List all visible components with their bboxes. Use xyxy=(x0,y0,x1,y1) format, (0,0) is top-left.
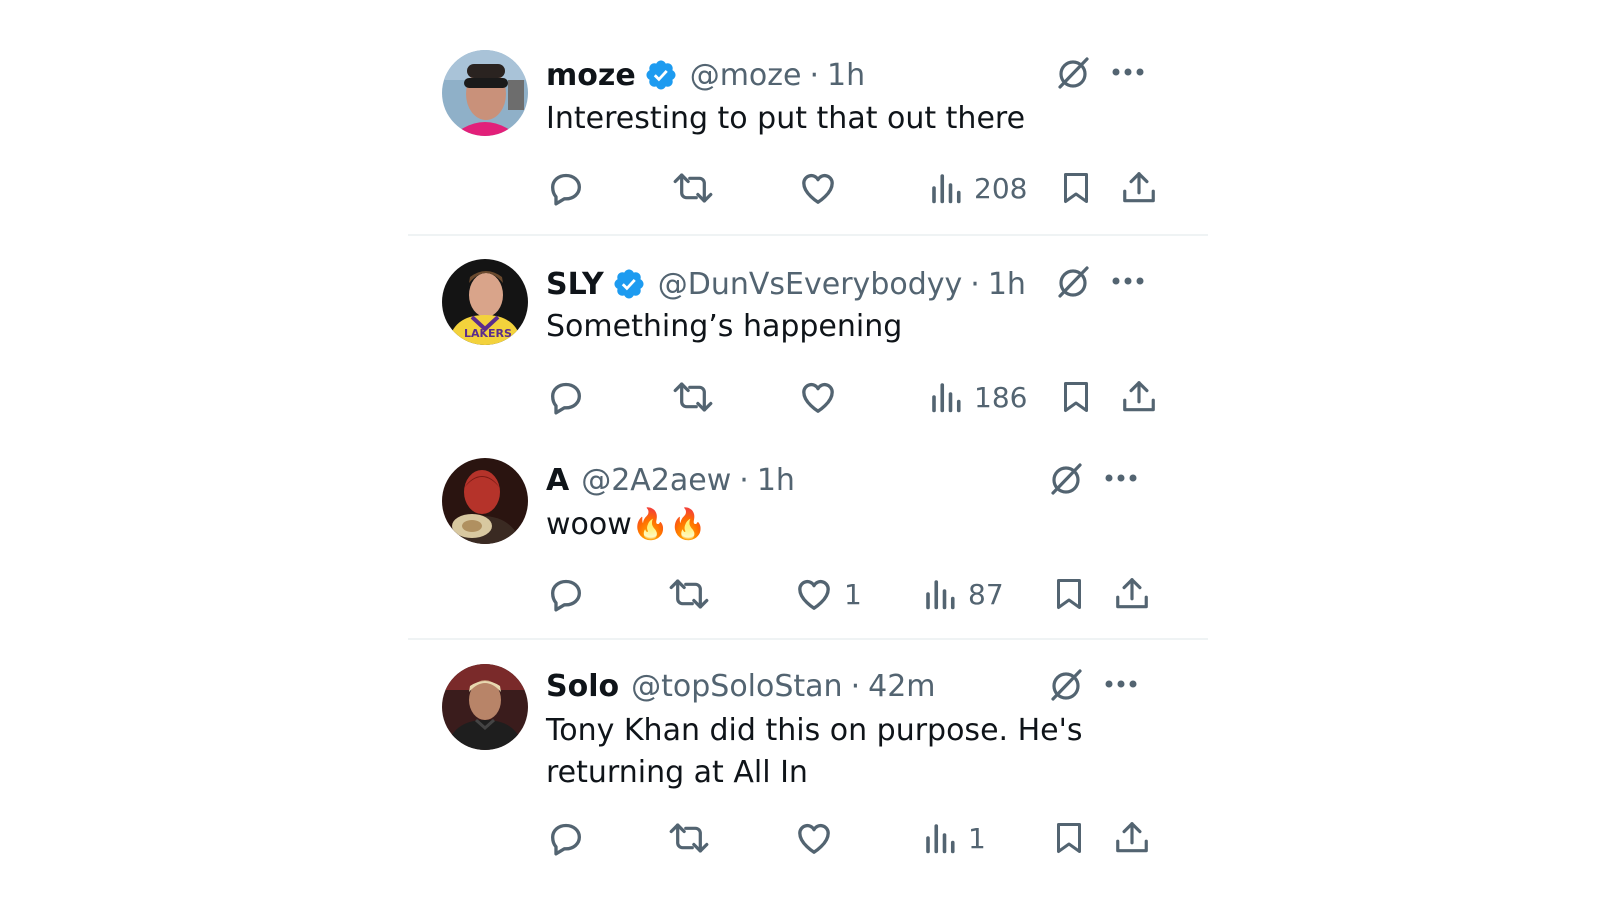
share-icon xyxy=(1123,381,1155,412)
retweet-icon xyxy=(673,173,713,203)
reply-icon xyxy=(551,579,581,612)
share-button[interactable] xyxy=(1120,166,1158,210)
separator: · xyxy=(809,57,820,93)
share-icon xyxy=(1116,578,1148,609)
handle[interactable]: @DunVsEverybodyy xyxy=(658,267,962,302)
reply-button[interactable] xyxy=(546,572,596,616)
timestamp[interactable]: 1h xyxy=(757,463,795,498)
reply-icon xyxy=(551,382,581,415)
separator: · xyxy=(970,266,980,302)
retweet-button[interactable] xyxy=(668,816,720,860)
reply-icon xyxy=(551,823,581,856)
retweet-button[interactable] xyxy=(668,572,720,616)
bookmark-icon xyxy=(1064,173,1088,203)
like-button[interactable] xyxy=(798,375,848,419)
action-bar: 186 xyxy=(546,375,1186,419)
like-button[interactable]: 1 xyxy=(794,572,862,616)
tweet-header: moze @moze · 1h xyxy=(546,53,865,97)
like-icon xyxy=(798,823,830,854)
views-count: 208 xyxy=(974,171,1028,205)
grok-icon[interactable] xyxy=(1047,666,1085,704)
more-icon[interactable] xyxy=(1110,54,1146,90)
reply-button[interactable] xyxy=(546,816,596,860)
share-button[interactable] xyxy=(1113,816,1151,860)
bookmark-icon xyxy=(1064,382,1088,412)
retweet-button[interactable] xyxy=(672,375,724,419)
more-icon[interactable] xyxy=(1103,666,1139,702)
reply-icon xyxy=(551,173,581,206)
display-name[interactable]: Solo xyxy=(546,669,619,704)
tweet-text: Interesting to put that out there xyxy=(546,101,1026,136)
like-button[interactable] xyxy=(794,816,844,860)
bookmark-button[interactable] xyxy=(1051,816,1087,860)
separator: · xyxy=(850,668,861,704)
avatar[interactable]: LAKERS xyxy=(442,259,528,345)
timestamp[interactable]: 1h xyxy=(988,267,1026,302)
more-icon[interactable] xyxy=(1110,263,1146,299)
avatar[interactable] xyxy=(442,664,528,750)
display-name[interactable]: moze xyxy=(546,58,636,93)
retweet-button[interactable] xyxy=(672,166,724,210)
grok-icon[interactable] xyxy=(1054,263,1092,301)
tweet-text: Tony Khan did this on purpose. He's retu… xyxy=(546,713,1083,790)
bookmark-icon xyxy=(1057,823,1081,853)
tweet-header: Solo @topSoloStan · 42m xyxy=(546,664,936,708)
grok-icon[interactable] xyxy=(1054,54,1092,92)
reply-button[interactable] xyxy=(546,375,596,419)
views-icon xyxy=(932,174,961,204)
tweet-text: woow🔥🔥 xyxy=(546,507,707,542)
views-button[interactable]: 87 xyxy=(922,572,1004,616)
views-count: 87 xyxy=(968,577,1004,611)
bookmark-button[interactable] xyxy=(1058,375,1094,419)
like-button[interactable] xyxy=(798,166,848,210)
display-name[interactable]: SLY xyxy=(546,267,604,302)
avatar[interactable] xyxy=(442,458,528,544)
divider xyxy=(408,638,1208,640)
views-button[interactable]: 1 xyxy=(922,816,986,860)
timestamp[interactable]: 1h xyxy=(827,58,865,93)
retweet-icon xyxy=(669,579,709,609)
views-button[interactable]: 208 xyxy=(928,166,1027,210)
action-bar: 1 87 xyxy=(546,572,1186,616)
views-button[interactable]: 186 xyxy=(928,375,1027,419)
views-icon xyxy=(926,580,955,610)
like-icon xyxy=(802,173,834,204)
display-name[interactable]: A xyxy=(546,463,569,498)
retweet-icon xyxy=(673,382,713,412)
action-bar: 208 xyxy=(546,166,1186,210)
share-icon xyxy=(1116,822,1148,853)
views-icon xyxy=(932,383,961,413)
bookmark-button[interactable] xyxy=(1051,572,1087,616)
action-bar: 1 xyxy=(546,816,1186,860)
handle[interactable]: @2A2aew xyxy=(581,463,731,498)
more-icon[interactable] xyxy=(1103,460,1139,496)
handle[interactable]: @topSoloStan xyxy=(631,669,842,704)
verified-badge-icon xyxy=(644,58,678,92)
share-button[interactable] xyxy=(1113,572,1151,616)
verified-badge-icon xyxy=(612,267,646,301)
tweet-header: SLY @DunVsEverybodyy · 1h xyxy=(546,262,1026,306)
retweet-icon xyxy=(669,823,709,853)
tweet-text: Something’s happening xyxy=(546,309,903,344)
timestamp[interactable]: 42m xyxy=(868,669,935,704)
reply-feed: moze @moze · 1h Interesting to put that … xyxy=(0,0,1600,900)
views-icon xyxy=(926,824,955,854)
separator: · xyxy=(739,462,749,498)
svg-text:LAKERS: LAKERS xyxy=(464,327,512,340)
share-icon xyxy=(1123,172,1155,203)
bookmark-button[interactable] xyxy=(1058,166,1094,210)
handle[interactable]: @moze xyxy=(690,58,802,93)
tweet-header: A @2A2aew · 1h xyxy=(546,458,795,502)
like-icon xyxy=(802,382,834,413)
reply-button[interactable] xyxy=(546,166,596,210)
bookmark-icon xyxy=(1057,579,1081,609)
avatar[interactable] xyxy=(442,50,528,136)
views-count: 186 xyxy=(974,380,1028,414)
views-count: 1 xyxy=(968,821,986,855)
grok-icon[interactable] xyxy=(1047,460,1085,498)
like-count: 1 xyxy=(844,577,862,611)
divider xyxy=(408,234,1208,236)
like-icon xyxy=(798,579,830,610)
share-button[interactable] xyxy=(1120,375,1158,419)
